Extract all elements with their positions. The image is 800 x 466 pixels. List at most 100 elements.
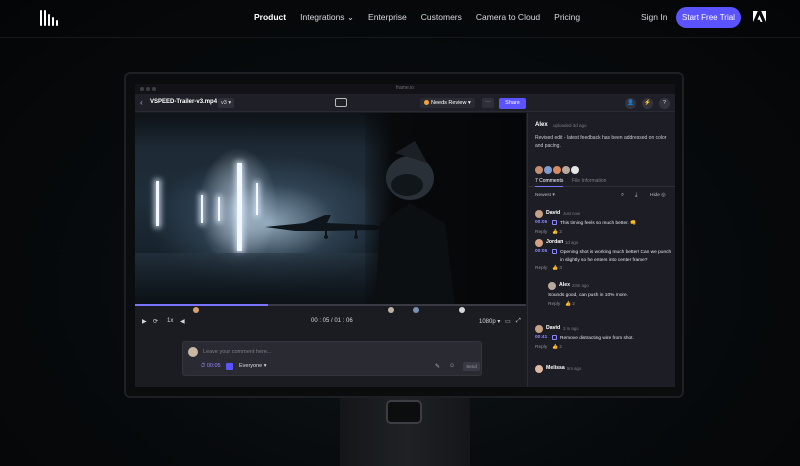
comment-age: Just now	[563, 211, 580, 216]
comment-timecode[interactable]: 00:41	[535, 335, 547, 340]
comment-text: This timing feels so much better. 👊	[560, 221, 637, 226]
comment-text: Opening shot is working much better! Can…	[560, 250, 672, 263]
checkbox-icon[interactable]	[552, 220, 557, 225]
compare-icon[interactable]	[335, 98, 347, 107]
nav-camera-to-cloud[interactable]: Camera to Cloud	[476, 12, 540, 23]
avatar	[548, 282, 556, 290]
hide-label: Hide	[650, 193, 660, 198]
emoji-icon[interactable]: ☺	[449, 363, 455, 369]
panel-tabs: 7 Comments File Information	[528, 177, 675, 187]
draw-icon[interactable]: ✎	[435, 363, 440, 370]
checkbox-icon[interactable]	[226, 363, 233, 370]
reply-button[interactable]: Reply	[535, 345, 547, 350]
nav-product[interactable]: Product	[254, 12, 286, 23]
video-frame[interactable]	[135, 113, 526, 304]
comment-marker[interactable]	[413, 307, 419, 313]
nav-integrations[interactable]: Integrations ⌄	[300, 12, 354, 23]
comment-timecode[interactable]: 00:05	[535, 220, 547, 225]
screen-icon[interactable]: ▭	[505, 318, 511, 325]
hide-completed-toggle[interactable]: Hide ◎	[650, 193, 665, 198]
send-button[interactable]: Send	[463, 362, 480, 371]
quality-select[interactable]: 1080p ▾	[479, 318, 500, 325]
person-icon[interactable]: 👤	[625, 98, 636, 109]
speed-select[interactable]: 1x	[167, 318, 173, 324]
comment-text: Sounds good, can push in 10% more.	[548, 293, 629, 298]
comment-author: Alex	[559, 282, 570, 288]
share-button[interactable]: Share	[499, 98, 526, 109]
signin-link[interactable]: Sign In	[641, 12, 667, 22]
download-icon[interactable]: ⤓	[635, 192, 637, 199]
status-select[interactable]: Needs Review ▾	[420, 98, 475, 108]
comment-author: Jordan	[546, 239, 564, 245]
timecode: 00 : 05 / 01 : 06	[311, 318, 353, 324]
comment-input[interactable]: Leave your comment here...	[203, 349, 271, 355]
scrubber-progress	[135, 304, 268, 306]
monitor-stand-cutout	[386, 400, 422, 424]
comment-age: 1d ago	[565, 240, 579, 245]
viewer-avatars	[535, 161, 580, 174]
checkbox-icon[interactable]	[552, 249, 557, 254]
visibility-select[interactable]: Everyone ▾	[239, 363, 267, 369]
bolt-icon[interactable]: ⚡	[642, 98, 653, 109]
status-dot-icon	[424, 99, 429, 105]
like-button[interactable]: 👍 2	[552, 345, 562, 350]
nav-pricing[interactable]: Pricing	[554, 12, 580, 23]
avatar	[535, 239, 543, 247]
volume-icon[interactable]: ◀	[180, 318, 185, 325]
avatar	[544, 166, 552, 174]
top-nav: Product Integrations ⌄ Enterprise Custom…	[0, 0, 800, 38]
avatar	[535, 210, 543, 218]
comment-timecode[interactable]: 00:05	[535, 249, 547, 254]
start-trial-button[interactable]: Start Free Trial	[676, 7, 741, 28]
search-icon[interactable]: ⌕	[621, 192, 624, 199]
reply-button[interactable]: Reply	[535, 266, 547, 271]
reply-button[interactable]: Reply	[535, 230, 547, 235]
adobe-logo-icon[interactable]	[753, 11, 766, 22]
tab-comments[interactable]: 7 Comments	[535, 178, 564, 187]
checkbox-icon[interactable]	[552, 335, 557, 340]
comment-marker[interactable]	[459, 307, 465, 313]
nav-enterprise[interactable]: Enterprise	[368, 12, 407, 23]
version-select[interactable]: v3 ▾	[218, 98, 235, 108]
fullscreen-icon[interactable]: ⤢	[516, 318, 521, 325]
help-icon[interactable]: ?	[659, 98, 670, 109]
uploader-name: Alex	[535, 122, 548, 128]
hangar-light	[201, 195, 203, 223]
window-titlebar: frame.io	[135, 84, 675, 94]
tab-file-info[interactable]: File Information	[572, 178, 606, 184]
loop-icon[interactable]: ⟳	[153, 318, 158, 325]
avatar	[535, 166, 543, 174]
chevron-down-icon: ⌄	[346, 12, 355, 22]
nav-customers[interactable]: Customers	[421, 12, 462, 23]
play-icon[interactable]: ▶	[142, 318, 147, 325]
like-button[interactable]: 👍 3	[552, 266, 562, 271]
comment-marker[interactable]	[193, 307, 199, 313]
more-options-button[interactable]: ···	[482, 98, 494, 108]
timestamp-toggle[interactable]: ⏱ 00:05	[201, 363, 221, 370]
file-name[interactable]: VSPEED-Trailer-v3.mp4	[150, 99, 217, 105]
frameio-logo-icon[interactable]	[40, 10, 60, 26]
comment-composer: Leave your comment here... ⏱ 00:05 Every…	[182, 341, 482, 376]
app-window: frame.io ‹ VSPEED-Trailer-v3.mp4 v3 ▾ Ne…	[135, 84, 675, 387]
comment-age: 3 m ago	[563, 326, 579, 331]
comment-age: 5m ago	[567, 366, 582, 371]
back-chevron-icon[interactable]: ‹	[140, 98, 143, 107]
scrubber[interactable]	[135, 304, 526, 306]
sort-select[interactable]: Newest ▾	[535, 193, 555, 198]
upload-meta: uploaded 3d ago	[553, 123, 587, 128]
like-button[interactable]: 👍 2	[565, 302, 575, 307]
nav-integrations-label: Integrations	[300, 12, 345, 22]
player-controls: ▶ ⟳ 1x ◀ 00 : 05 / 01 : 06 1080p ▾ ▭ ⤢	[135, 304, 526, 329]
main-menu: Product Integrations ⌄ Enterprise Custom…	[254, 12, 594, 23]
comment-text: Remove distracting wire from shot.	[560, 336, 634, 341]
pilot-silhouette	[375, 141, 455, 304]
comment-marker[interactable]	[388, 307, 394, 313]
reply-button[interactable]: Reply	[548, 302, 560, 307]
app-toolbar: ‹ VSPEED-Trailer-v3.mp4 v3 ▾ Needs Revie…	[135, 94, 675, 112]
avatar	[562, 166, 570, 174]
window-title: frame.io	[395, 85, 415, 91]
comment-author: David	[546, 210, 561, 216]
like-button[interactable]: 👍 2	[552, 230, 562, 235]
comment-age: 23m ago	[572, 283, 589, 288]
hangar-light	[156, 181, 159, 226]
